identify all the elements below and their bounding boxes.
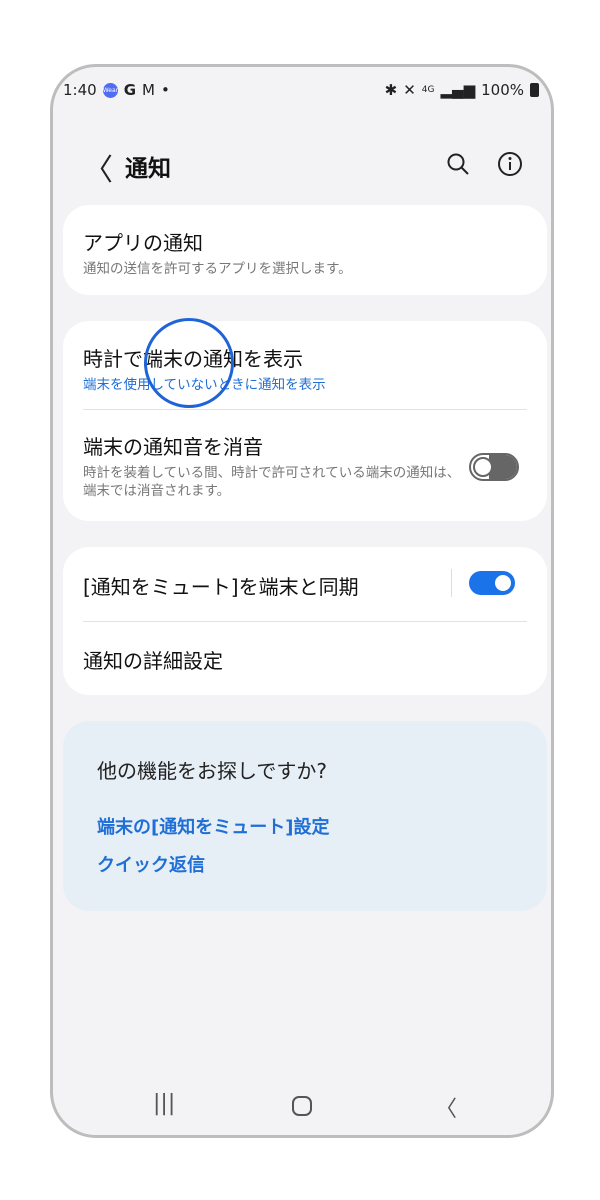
network-icon: 4G	[421, 85, 435, 95]
toggle-track	[489, 455, 517, 479]
mute-phone-sound-item[interactable]: 端末の通知音を消音 時計を装着している間、時計で許可されている端末の通知は、端末…	[83, 431, 467, 500]
back-nav-button[interactable]: 〈	[435, 1091, 457, 1123]
back-button[interactable]: 〈	[83, 145, 113, 189]
app-notifications-item[interactable]: アプリの通知 通知の送信を許可するアプリを選択します。	[83, 227, 527, 278]
toggle-knob	[473, 457, 493, 477]
suggestions-card: 他の機能をお探しですか? 端末の[通知をミュート]設定 クイック返信	[63, 721, 547, 911]
status-time: 1:40	[63, 81, 97, 99]
divider	[83, 621, 527, 622]
bluetooth-icon: ✱	[384, 81, 398, 99]
recent-apps-button[interactable]: |||	[153, 1091, 175, 1116]
mute-notifications-settings-link[interactable]: 端末の[通知をミュート]設定	[97, 813, 329, 839]
vertical-separator	[451, 569, 452, 597]
divider	[83, 409, 527, 410]
sync-mute-toggle[interactable]	[469, 571, 515, 595]
sync-mute-item[interactable]: [通知をミュート]を端末と同期	[83, 571, 527, 600]
mute-icon: ✕	[403, 81, 416, 99]
toggle-knob	[493, 573, 513, 593]
mute-phone-sound-subtitle: 時計を装着している間、時計で許可されている端末の通知は、端末では消音されます。	[83, 465, 461, 499]
battery-icon	[530, 83, 539, 97]
app-notifications-subtitle: 通知の送信を許可するアプリを選択します。	[83, 261, 352, 277]
app-notifications-title: アプリの通知	[83, 231, 203, 255]
phone-screen: 1:40 Wear G M • ✱ ✕ 4G ▂▄▆ 100% 〈 通知 アプリ…	[50, 64, 554, 1138]
google-icon: G	[123, 81, 136, 99]
status-left: 1:40 Wear G M •	[63, 81, 170, 99]
mute-phone-sound-toggle[interactable]	[469, 453, 519, 481]
quick-reply-link[interactable]: クイック返信	[97, 851, 205, 877]
signal-icon: ▂▄▆	[440, 81, 476, 99]
sync-mute-title: [通知をミュート]を端末と同期	[83, 575, 359, 599]
gmail-icon: M	[142, 81, 155, 99]
navigation-bar: ||| 〈	[53, 1085, 551, 1125]
app-header: 〈 通知	[53, 143, 551, 189]
wear-app-icon: Wear	[102, 82, 118, 98]
touch-indicator-circle	[144, 318, 234, 408]
mute-phone-sound-title: 端末の通知音を消音	[83, 435, 263, 459]
dot-icon: •	[160, 81, 170, 99]
advanced-settings-title: 通知の詳細設定	[83, 649, 223, 673]
status-right: ✱ ✕ 4G ▂▄▆ 100%	[385, 81, 539, 99]
suggestions-question: 他の機能をお探しですか?	[97, 759, 328, 783]
mute-sync-card: [通知をミュート]を端末と同期 通知の詳細設定	[63, 547, 547, 695]
info-icon[interactable]	[497, 151, 523, 177]
status-bar: 1:40 Wear G M • ✱ ✕ 4G ▂▄▆ 100%	[53, 67, 551, 113]
watch-notifications-card: 時計で端末の通知を表示 端末を使用していないときに通知を表示 端末の通知音を消音…	[63, 321, 547, 521]
app-notifications-card[interactable]: アプリの通知 通知の送信を許可するアプリを選択します。	[63, 205, 547, 295]
page-title: 通知	[125, 156, 171, 182]
home-button[interactable]	[291, 1095, 313, 1117]
battery-text: 100%	[481, 81, 524, 99]
search-icon[interactable]	[445, 151, 471, 177]
advanced-settings-item[interactable]: 通知の詳細設定	[83, 645, 527, 674]
